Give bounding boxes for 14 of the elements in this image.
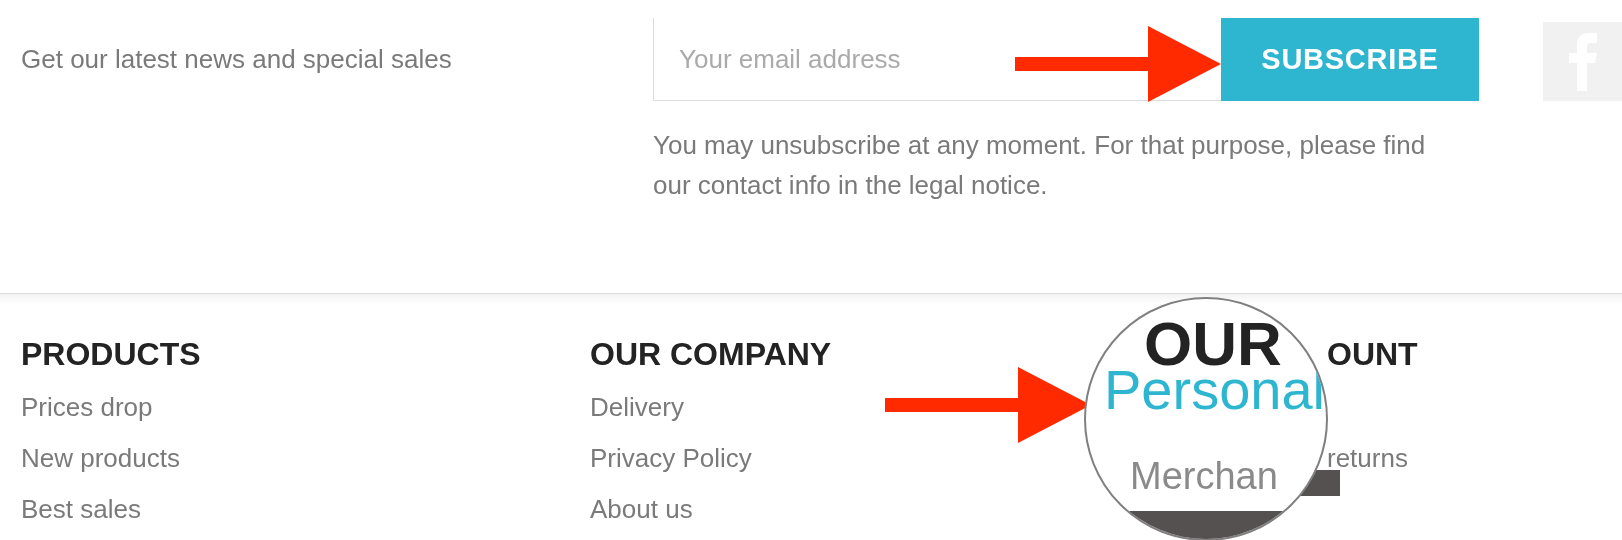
footer-link[interactable]: Delivery <box>590 388 684 427</box>
footer-link[interactable]: Prices drop <box>21 388 153 427</box>
column-heading: OUR COMPANY <box>590 336 832 372</box>
subscribe-button[interactable]: SUBSCRIBE <box>1221 18 1479 101</box>
footer-link[interactable]: About us <box>590 490 693 529</box>
footer-link[interactable]: Privacy Policy <box>590 439 752 478</box>
column-heading: PRODUCTS <box>21 336 201 372</box>
unsubscribe-note: You may unsubscribe at any moment. For that purpose, please find our contact info in the legal notice. <box>653 129 1427 202</box>
column-heading: OUNT <box>1327 336 1418 372</box>
footer-link[interactable]: Best sales <box>21 490 141 529</box>
footer-link[interactable]: New products <box>21 439 180 478</box>
footer-link[interactable]: returns <box>1327 439 1408 478</box>
magnified-text: Merchan <box>1130 455 1278 497</box>
newsletter-label: Get our latest news and special sales <box>21 44 452 74</box>
